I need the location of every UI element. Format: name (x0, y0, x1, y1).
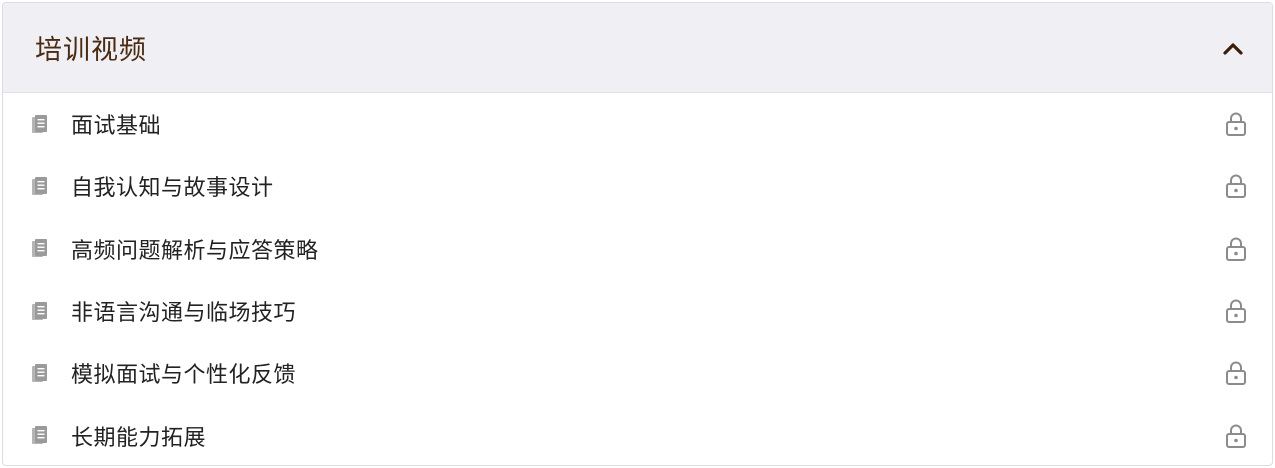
list-item[interactable]: 模拟面试与个性化反馈 (3, 342, 1272, 404)
lock-icon (1224, 235, 1248, 263)
list-item-label: 高频问题解析与应答策略 (71, 238, 319, 264)
lock-icon (1224, 110, 1248, 138)
panel-header[interactable]: 培训视频 (3, 3, 1272, 93)
list-item[interactable]: 非语言沟通与临场技巧 (3, 280, 1272, 342)
document-icon (30, 175, 50, 197)
list-item-label: 面试基础 (71, 114, 162, 140)
list-item[interactable]: 长期能力拓展 (3, 404, 1272, 465)
list-item[interactable]: 面试基础 (3, 93, 1272, 155)
panel-title: 培训视频 (35, 35, 147, 66)
document-icon (30, 238, 50, 260)
list-item-label: 自我认知与故事设计 (71, 176, 274, 202)
lock-icon (1224, 172, 1248, 200)
lock-icon (1224, 422, 1248, 450)
list-item-label: 非语言沟通与临场技巧 (71, 301, 297, 327)
lock-icon (1224, 297, 1248, 325)
lock-icon (1224, 359, 1248, 387)
training-videos-panel: 培训视频 面试基础 自我认知与故事设计 高频问题解析与应答策略 非语言沟通与临场… (2, 2, 1273, 466)
document-icon (30, 113, 50, 135)
list-item-label: 长期能力拓展 (71, 425, 207, 451)
list-item[interactable]: 高频问题解析与应答策略 (3, 218, 1272, 280)
document-icon (30, 362, 50, 384)
video-list: 面试基础 自我认知与故事设计 高频问题解析与应答策略 非语言沟通与临场技巧 模拟… (3, 93, 1272, 465)
list-item[interactable]: 自我认知与故事设计 (3, 155, 1272, 217)
document-icon (30, 300, 50, 322)
document-icon (30, 425, 50, 447)
list-item-label: 模拟面试与个性化反馈 (71, 363, 297, 389)
chevron-up-icon[interactable] (1222, 37, 1244, 59)
